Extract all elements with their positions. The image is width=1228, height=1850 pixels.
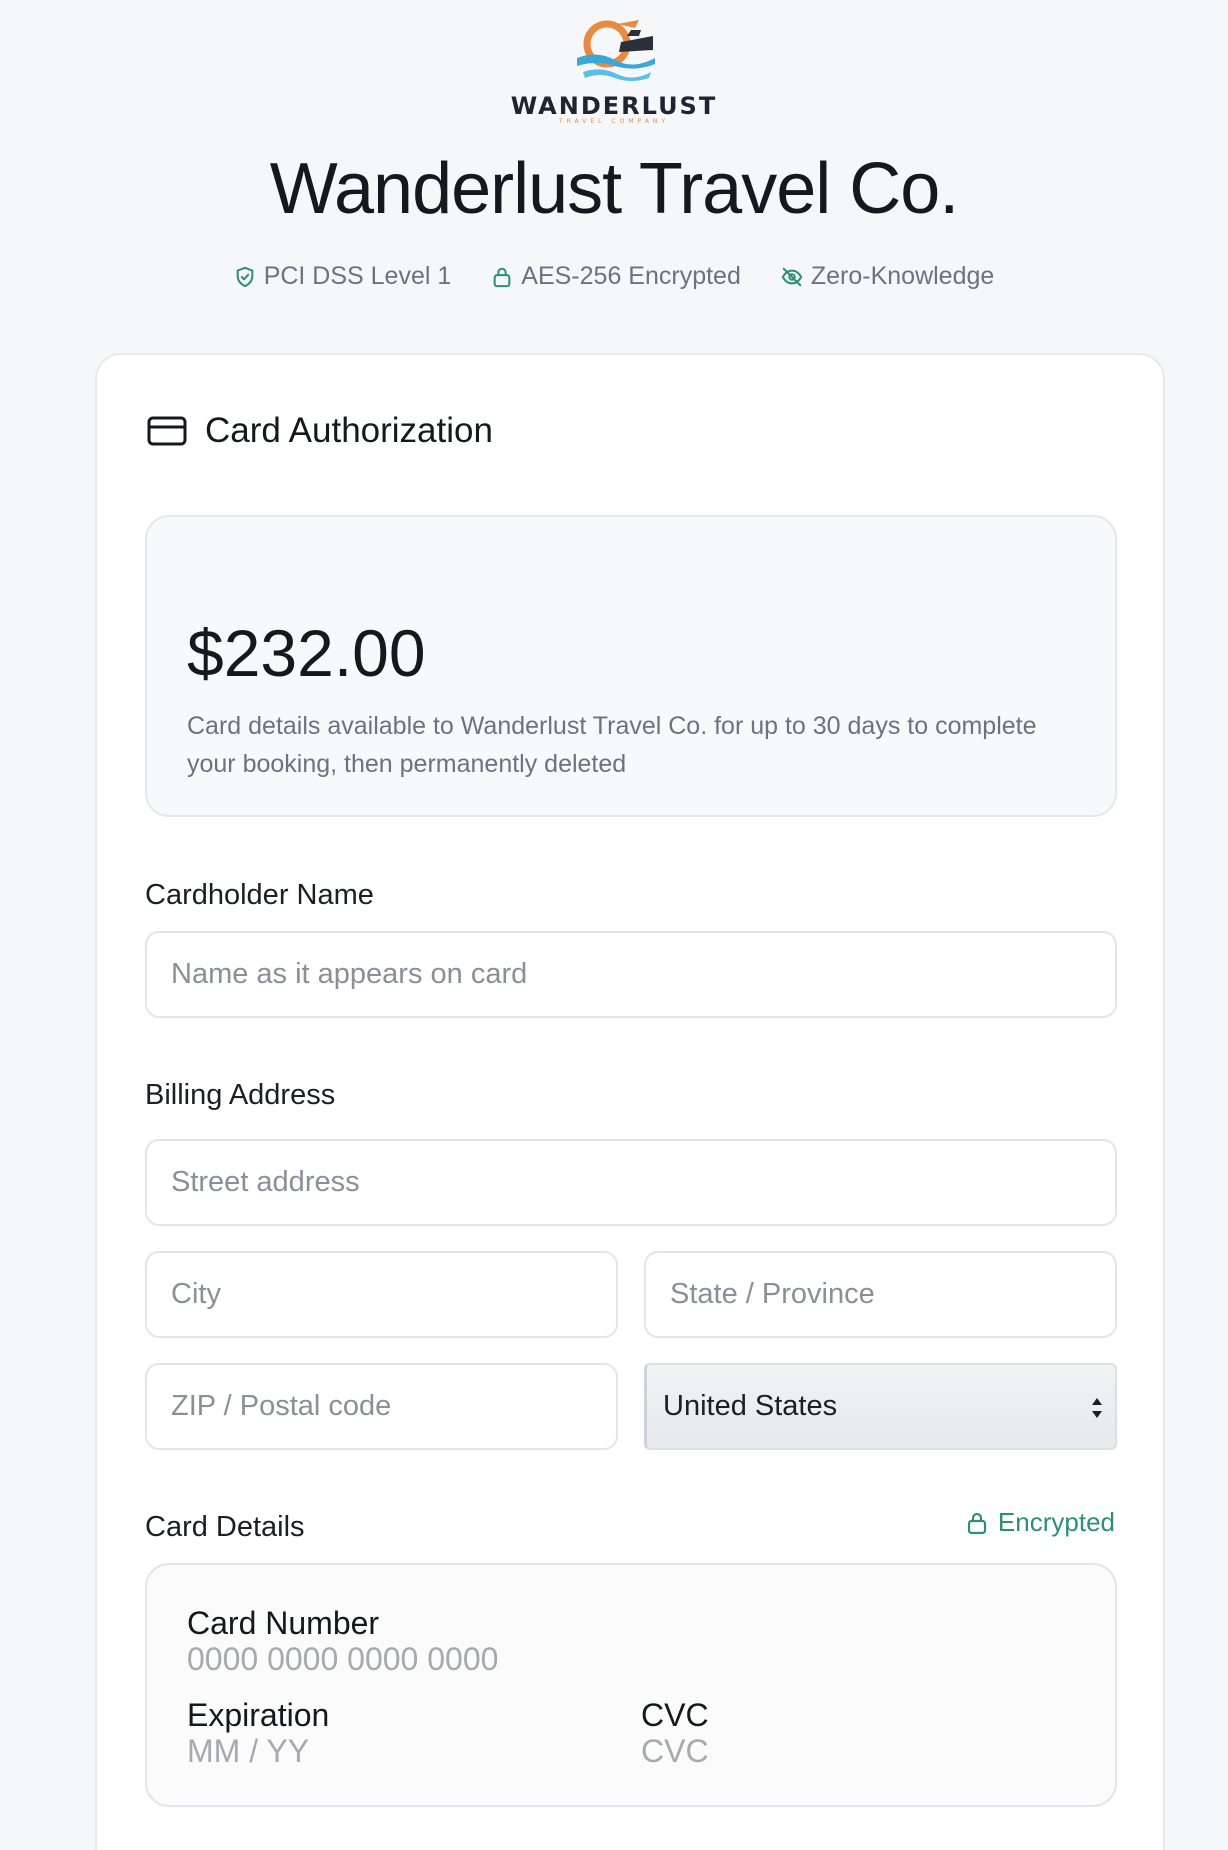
card-number-label: Card Number — [187, 1605, 380, 1641]
authorization-card: Card Authorization $232.00 Card details … — [95, 353, 1165, 1850]
badge-aes: AES-256 Encrypted — [491, 262, 741, 291]
state-input[interactable] — [644, 1251, 1117, 1338]
cvc-input[interactable]: CVC — [641, 1733, 709, 1770]
card-details-label: Card Details — [145, 1511, 305, 1543]
select-arrows-icon — [1092, 1398, 1102, 1418]
amount-value: $232.00 — [187, 616, 426, 690]
section-title: Card Authorization — [205, 411, 493, 450]
lock-icon — [967, 1512, 987, 1534]
section-header: Card Authorization — [147, 411, 493, 451]
expiration-label: Expiration — [187, 1697, 330, 1733]
credit-card-icon — [147, 416, 187, 446]
logo-emblem-icon — [577, 20, 655, 81]
badge-label: AES-256 Encrypted — [521, 262, 741, 290]
badge-pci: PCI DSS Level 1 — [234, 262, 452, 291]
amount-summary: $232.00 Card details available to Wander… — [145, 515, 1117, 817]
amount-note: Card details available to Wanderlust Tra… — [187, 712, 1037, 778]
badge-label: Zero-Knowledge — [810, 262, 995, 290]
cvc-label: CVC — [641, 1697, 709, 1733]
card-details-box: Card Number 0000 0000 0000 0000 Expirati… — [145, 1563, 1117, 1807]
encrypted-indicator: Encrypted — [966, 1507, 1115, 1538]
lock-icon — [493, 267, 511, 287]
zip-input[interactable] — [145, 1363, 618, 1450]
logo-wordmark: WANDERLUST — [510, 92, 718, 120]
security-badges: PCI DSS Level 1 AES-256 Encrypted Zero-K… — [0, 262, 1228, 291]
encrypted-label: Encrypted — [997, 1507, 1115, 1537]
country-select-value: United States — [663, 1390, 838, 1422]
brand-logo: WANDERLUST TRAVEL COMPANY — [0, 14, 1228, 125]
cardholder-name-input[interactable] — [145, 931, 1117, 1018]
card-number-input[interactable]: 0000 0000 0000 0000 — [187, 1641, 498, 1678]
logo-tagline: TRAVEL COMPANY — [558, 118, 670, 125]
shield-check-icon — [236, 266, 254, 287]
page: WANDERLUST TRAVEL COMPANY Wanderlust Tra… — [0, 0, 1228, 1850]
street-address-input[interactable] — [145, 1139, 1117, 1226]
cardholder-label: Cardholder Name — [145, 879, 374, 911]
expiration-input[interactable]: MM / YY — [187, 1733, 309, 1770]
billing-label: Billing Address — [145, 1079, 336, 1111]
page-title: Wanderlust Travel Co. — [269, 149, 960, 229]
country-select[interactable]: United States — [644, 1363, 1117, 1450]
badge-label: PCI DSS Level 1 — [263, 262, 452, 290]
city-input[interactable] — [145, 1251, 618, 1338]
badge-zero-knowledge: Zero-Knowledge — [781, 262, 994, 291]
eye-off-icon — [781, 267, 803, 286]
